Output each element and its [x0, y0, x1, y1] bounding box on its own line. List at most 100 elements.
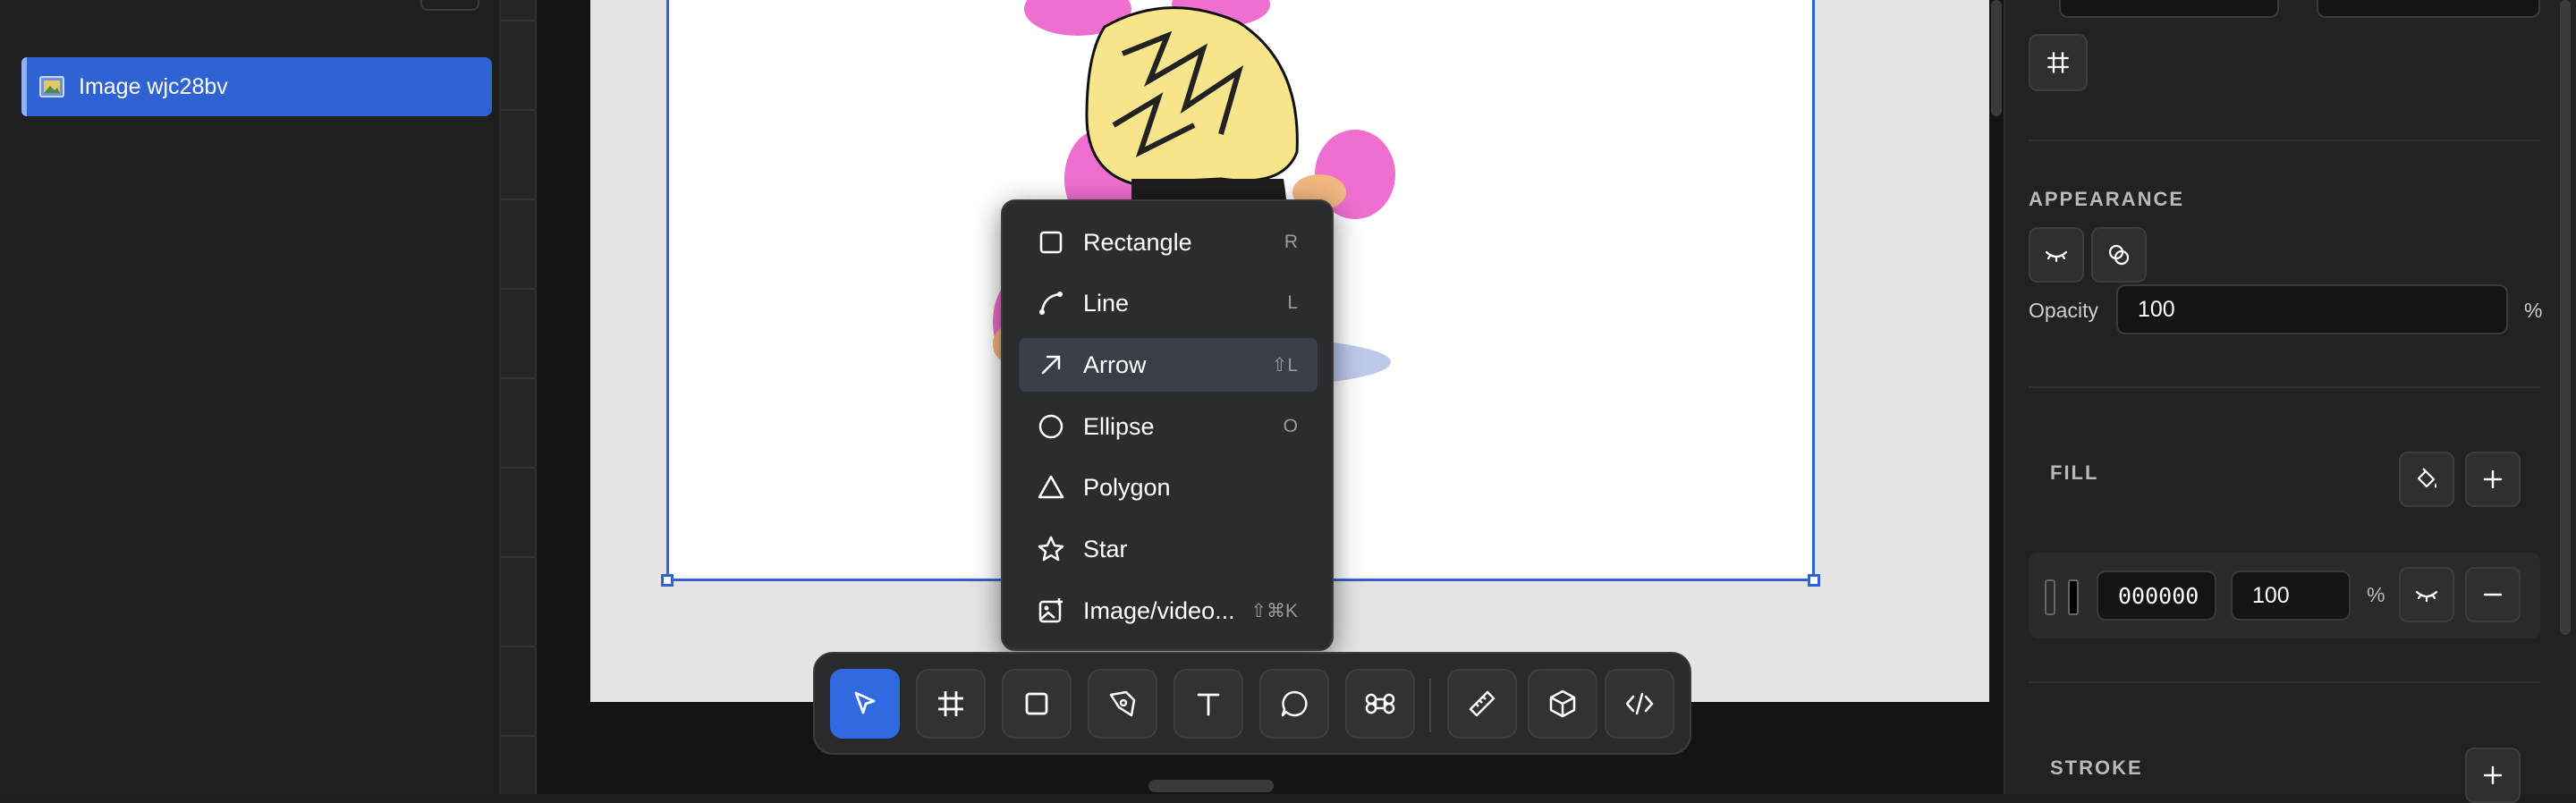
- comment-icon: [1281, 690, 1308, 717]
- ruler-tick: [501, 556, 535, 558]
- drag-handle-icon[interactable]: [2045, 579, 2055, 615]
- component-tool-button[interactable]: [1345, 669, 1415, 739]
- hash-frame-icon: [2047, 52, 2069, 73]
- properties-panel: APPEARANCE Opacity 100 % FILL 000000 100…: [2004, 0, 2576, 803]
- menu-item-rectangle[interactable]: Rectangle R: [1019, 216, 1318, 269]
- menu-item-polygon[interactable]: Polygon: [1019, 461, 1318, 514]
- opacity-input[interactable]: 100: [2116, 284, 2508, 334]
- triangle-icon: [1038, 475, 1064, 499]
- canvas-scrollbar[interactable]: [1991, 0, 2002, 116]
- fill-visibility-button[interactable]: [2399, 567, 2454, 622]
- cube-icon: [1549, 689, 1576, 718]
- visibility-toggle-button[interactable]: [2029, 227, 2084, 283]
- comment-tool-button[interactable]: [1259, 669, 1329, 739]
- menu-item-ellipse[interactable]: Ellipse O: [1019, 400, 1318, 453]
- selection-indicator: [21, 57, 27, 116]
- minus-icon: [2483, 593, 2503, 596]
- image-icon: [1038, 598, 1063, 623]
- resize-handle-bottom-right[interactable]: [1808, 574, 1820, 587]
- menu-item-image-video[interactable]: Image/video... ⇧⌘K: [1019, 584, 1318, 638]
- blend-icon: [2108, 244, 2130, 266]
- code-icon: [1625, 692, 1654, 715]
- resize-handle-bottom-left[interactable]: [661, 574, 674, 587]
- opacity-label: Opacity: [2029, 299, 2098, 322]
- ruler-tick: [501, 467, 535, 469]
- add-stroke-button[interactable]: [2465, 748, 2521, 803]
- plus-icon: [2483, 469, 2503, 489]
- panel-mini-button[interactable]: [420, 0, 479, 11]
- menu-shortcut: ⇧L: [1271, 354, 1298, 376]
- menu-item-line[interactable]: Line L: [1019, 276, 1318, 330]
- blend-mode-button[interactable]: [2091, 227, 2147, 283]
- ruler-tick: [501, 199, 535, 200]
- eye-closed-icon: [2415, 590, 2438, 603]
- menu-label: Star: [1083, 535, 1128, 562]
- hash-frame-icon: [938, 691, 963, 716]
- fill-title: FILL: [2050, 461, 2099, 484]
- frame-tool-button[interactable]: [916, 669, 986, 739]
- ruler-tick: [501, 735, 535, 737]
- eye-closed-icon: [2045, 250, 2068, 263]
- pen-tool-button[interactable]: [1088, 669, 1157, 739]
- circle-icon: [1038, 414, 1063, 439]
- text-icon: [1197, 693, 1220, 716]
- color-swatch[interactable]: [2068, 579, 2079, 615]
- fill-opacity-input[interactable]: 100: [2231, 571, 2351, 621]
- y-position-input[interactable]: [2317, 0, 2540, 18]
- fill-picker-button[interactable]: [2399, 452, 2454, 507]
- fill-hex-input[interactable]: 000000: [2097, 571, 2216, 621]
- toolbar-grip[interactable]: [1148, 780, 1274, 792]
- shape-tool-button[interactable]: [1002, 669, 1072, 739]
- add-fill-button[interactable]: [2465, 452, 2521, 507]
- layer-item-image[interactable]: Image wjc28bv: [21, 57, 492, 116]
- fill-hex-value: 000000: [2118, 582, 2199, 609]
- code-tool-button[interactable]: [1605, 669, 1674, 739]
- menu-label: Image/video...: [1083, 596, 1235, 624]
- bottom-toolbar: [813, 652, 1691, 755]
- fill-opacity-value: 100: [2252, 582, 2290, 608]
- menu-shortcut: R: [1284, 232, 1298, 252]
- menu-item-arrow[interactable]: Arrow ⇧L: [1019, 338, 1318, 392]
- shape-dropdown-menu: Rectangle R Line L Arrow ⇧L Ellipse O Po…: [1001, 199, 1334, 651]
- menu-shortcut: O: [1283, 416, 1298, 436]
- section-divider: [2029, 139, 2540, 141]
- curve-line-icon: [1039, 292, 1063, 315]
- remove-fill-button[interactable]: [2465, 567, 2521, 622]
- properties-scrollbar[interactable]: [2560, 0, 2571, 635]
- measure-tool-button[interactable]: [1447, 669, 1517, 739]
- menu-label: Polygon: [1083, 473, 1171, 501]
- 3d-tool-button[interactable]: [1528, 669, 1597, 739]
- menu-label: Arrow: [1083, 351, 1147, 378]
- vertical-ruler: [501, 0, 537, 794]
- toolbar-separator: [1429, 679, 1431, 732]
- select-tool-button[interactable]: [830, 669, 900, 739]
- menu-item-star[interactable]: Star: [1019, 522, 1318, 576]
- opacity-unit: %: [2524, 299, 2543, 322]
- section-divider: [2029, 681, 2540, 683]
- section-divider: [2029, 386, 2540, 388]
- ruler-tick: [501, 109, 535, 111]
- image-thumbnail-icon: [39, 76, 64, 97]
- plus-icon: [2483, 765, 2503, 785]
- ruler-tick: [501, 288, 535, 290]
- ruler-tick: [501, 646, 535, 647]
- appearance-title: APPEARANCE: [2029, 188, 2185, 210]
- command-icon: [1365, 693, 1395, 714]
- layers-panel: Image wjc28bv: [0, 0, 499, 794]
- x-position-input[interactable]: [2059, 0, 2279, 18]
- ruler-tick: [501, 377, 535, 379]
- cursor-icon: [854, 691, 876, 714]
- opacity-value: 100: [2138, 296, 2175, 322]
- frame-toggle-button[interactable]: [2029, 34, 2088, 91]
- stroke-title: STROKE: [2050, 757, 2143, 779]
- menu-label: Ellipse: [1083, 412, 1155, 440]
- menu-label: Rectangle: [1083, 228, 1192, 256]
- square-icon: [1039, 231, 1063, 254]
- arrow-up-right-icon: [1041, 355, 1061, 375]
- menu-label: Line: [1083, 289, 1130, 317]
- menu-shortcut: L: [1287, 292, 1298, 313]
- square-icon: [1025, 692, 1048, 715]
- ruler-tick: [501, 20, 535, 21]
- fill-opacity-unit: %: [2367, 583, 2385, 606]
- text-tool-button[interactable]: [1174, 669, 1243, 739]
